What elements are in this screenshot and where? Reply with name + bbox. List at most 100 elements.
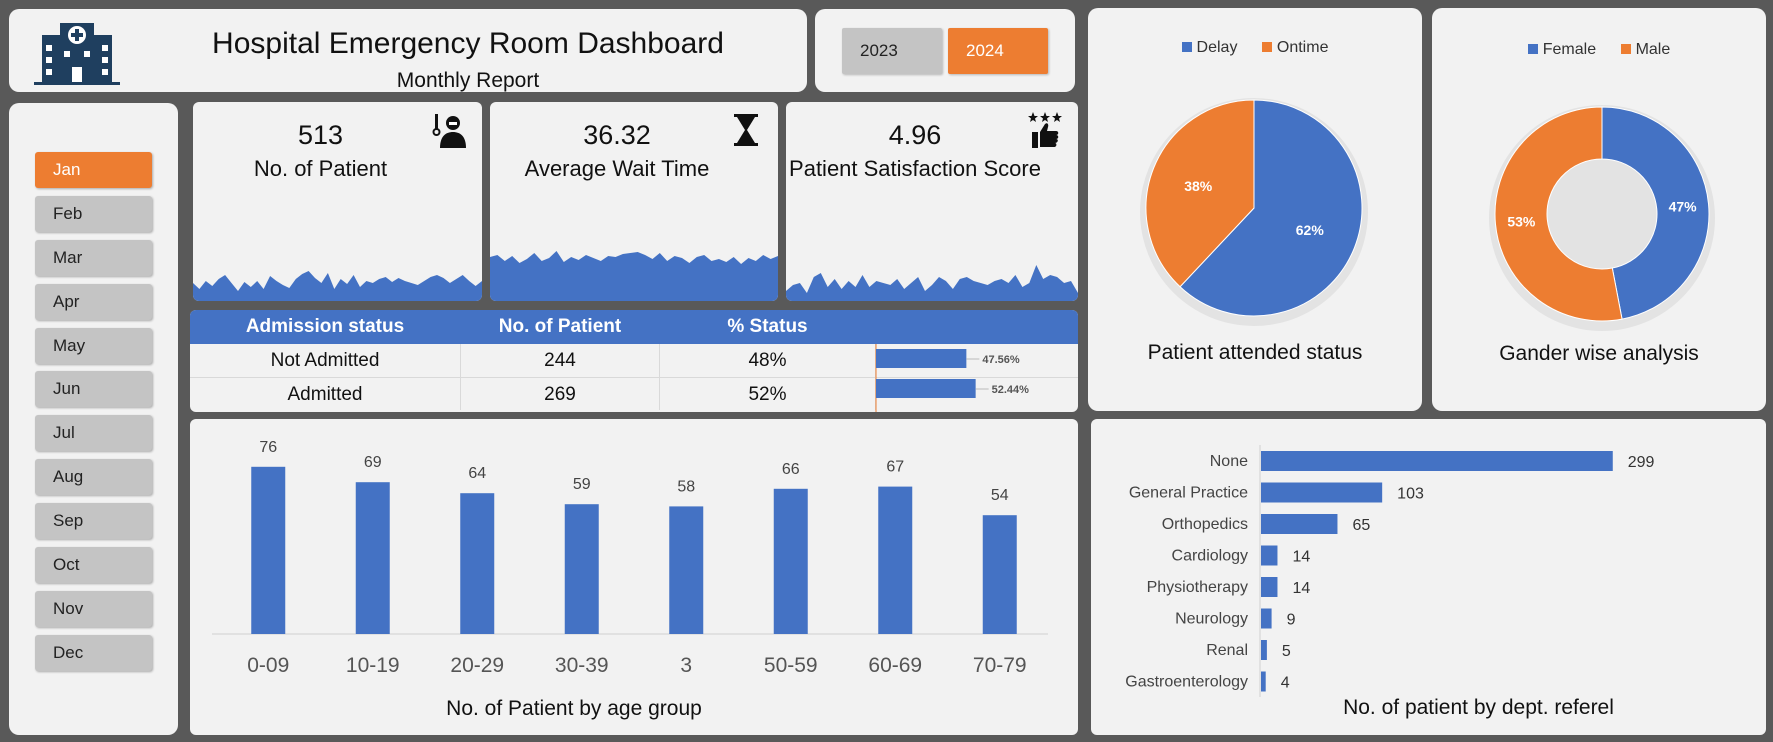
age-group-bar-chart: 76 0-09 69 10-19 64 20-29 59 30-39 58 3 66 50-59 67 6… [212,439,1048,677]
legend-item-female: Female [1527,41,1597,58]
age-bar [773,488,808,634]
attended-pie-chart: 62% 38% [1140,98,1368,326]
legend-item-ontime: Ontime [1261,39,1329,56]
dashboard-title: Hospital Emergency Room Dashboard [212,27,724,60]
patients-sparkline [193,271,482,301]
year-button-2024[interactable]: 2024 [948,28,1048,74]
sparkline-area [490,251,778,301]
dept-chart-caption: No. of patient by dept. referel [1343,696,1614,719]
dept-category-label: None [1210,453,1248,470]
legend-label: Delay [1196,39,1238,56]
kpi-satisfaction-card: 4.96 Patient Satisfaction Score [786,102,1078,301]
month-button-jun[interactable]: Jun [35,371,152,407]
status-bar-label: 47.56% [982,354,1020,366]
status-data-bars: 47.56% 52.44% [875,344,1030,412]
table-cell-status: Not Admitted [270,350,380,371]
dept-category-label: Orthopedics [1162,516,1248,533]
month-button-aug[interactable]: Aug [35,459,152,495]
pie-data-label: 53% [1507,214,1536,230]
year-selector-panel: 2023 2024 [815,9,1075,92]
attended-status-panel: Delay Ontime 62% 38% Patient attended sta… [1088,8,1422,411]
month-button-mar[interactable]: Mar [35,240,152,276]
legend-label: Female [1542,41,1597,58]
attended-chart-caption: Patient attended status [1147,341,1363,364]
legend-item-delay: Delay [1181,39,1238,56]
month-button-feb[interactable]: Feb [35,196,152,232]
kpi-patients-value: 513 [297,120,344,150]
legend-item-male: Male [1620,41,1671,58]
dept-referral-bar-chart: None 299 General Practice 103 Orthopedics 65 C… [1125,445,1655,697]
dept-referral-panel: None 299 General Practice 103 Orthopedics 65 C… [1091,419,1766,735]
year-button-2023[interactable]: 2023 [842,28,942,74]
gender-legend: Female Male [1432,41,1766,59]
month-button-jan[interactable]: Jan [35,152,152,188]
gender-chart-caption: Gander wise analysis [1499,342,1699,365]
dept-bar-value: 14 [1292,580,1310,597]
dept-category-label: Cardiology [1172,548,1248,565]
legend-label: Ontime [1276,39,1329,56]
age-category-label: 50-59 [764,654,818,677]
hourglass-icon [734,114,758,146]
age-bar [355,482,390,634]
month-button-nov[interactable]: Nov [35,591,152,627]
month-button-dec[interactable]: Dec [35,635,152,671]
dept-category-label: Physiotherapy [1147,579,1248,596]
pie-data-label: 38% [1184,178,1213,194]
table-cell-pct: 52% [748,384,787,405]
age-group-panel: 76 0-09 69 10-19 64 20-29 59 30-39 58 3 66 50-59 67 6… [190,419,1078,735]
age-bar [251,466,286,634]
table-header-count: No. of Patient [498,316,622,337]
age-bar-value: 54 [991,487,1009,504]
age-bar [982,515,1017,634]
dept-bar [1261,608,1272,629]
table-cell-pct: 48% [748,350,787,371]
dept-category-label: General Practice [1129,485,1248,502]
age-chart-caption: No. of Patient by age group [446,697,702,720]
month-button-may[interactable]: May [35,328,152,364]
dept-category-label: Renal [1206,642,1248,659]
dept-bar [1261,514,1338,534]
wait-sparkline [490,251,778,301]
status-bar [876,349,967,368]
table-cell-count: 269 [544,384,576,405]
age-bar-value: 66 [782,461,800,478]
attended-legend: Delay Ontime [1088,39,1422,57]
month-button-apr[interactable]: Apr [35,284,152,320]
month-button-sep[interactable]: Sep [35,503,152,539]
table-header-row: Admission status No. of Patient % Status [190,310,1078,344]
month-button-oct[interactable]: Oct [35,547,152,583]
month-button-jul[interactable]: Jul [35,415,152,451]
age-bar [878,486,913,634]
table-header-status: Admission status [245,316,405,337]
kpi-satisfaction-label: Patient Satisfaction Score [789,156,1041,181]
kpi-wait-value: 36.32 [583,120,651,150]
age-bar [564,504,599,634]
pie-data-label: 62% [1296,222,1325,238]
admission-status-table: Admission status No. of Patient % Status… [190,310,1078,412]
age-category-label: 0-09 [247,654,289,677]
legend-label: Male [1635,41,1671,58]
kpi-wait-label: Average Wait Time [524,156,710,181]
satisfaction-sparkline [786,265,1078,301]
age-category-label: 70-79 [973,654,1027,677]
dept-bar [1261,671,1266,692]
age-bar [669,506,704,634]
kpi-patients-label: No. of Patient [253,156,388,181]
dept-bar-value: 9 [1287,612,1296,629]
status-bar-label: 52.44% [992,384,1030,396]
age-bar-value: 59 [573,476,591,493]
month-slicer: Jan Feb Mar Apr May Jun Jul Aug Sep Oct … [9,103,178,735]
age-bar-value: 64 [468,465,486,482]
dept-bar [1261,640,1267,660]
thumbs-up-stars-icon [1028,112,1062,148]
table-cell-status: Admitted [287,384,363,405]
kpi-patients-card: 513 No. of Patient [193,102,482,301]
kpi-satisfaction-value: 4.96 [888,120,942,150]
dept-bar-value: 299 [1628,454,1655,471]
dept-category-label: Neurology [1175,611,1248,628]
age-bar-value: 69 [364,454,382,471]
age-bar [460,493,495,634]
age-category-label: 20-29 [450,654,504,677]
pie-data-label: 47% [1669,198,1698,214]
sparkline-area [786,265,1078,301]
